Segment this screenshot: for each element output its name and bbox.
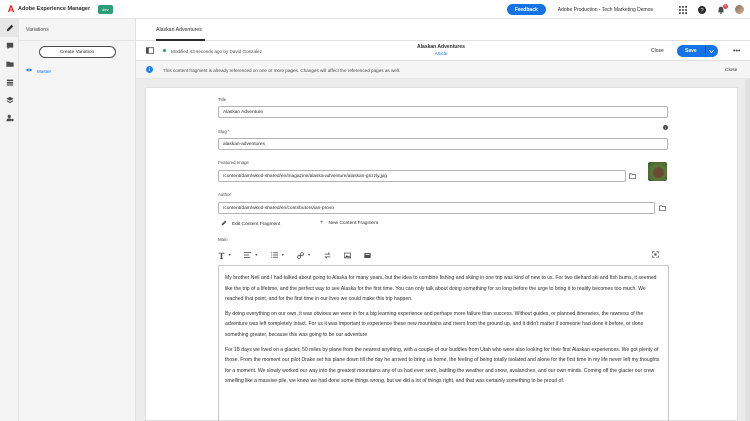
document-tabs: Alaskan Adventures bbox=[136, 19, 750, 41]
modified-status: Modified 43 seconds ago by David Gonzale… bbox=[171, 48, 262, 54]
editor-header: Modified 43 seconds ago by David Gonzale… bbox=[136, 41, 750, 61]
variation-item-master[interactable]: Master bbox=[26, 68, 135, 74]
main-paragraph-1: My brother Neil and I had talked about g… bbox=[225, 275, 657, 303]
author-browse-folder-icon[interactable] bbox=[657, 203, 667, 213]
variation-item-label: Master bbox=[37, 68, 52, 74]
adobe-logo-icon[interactable]: A bbox=[6, 4, 16, 14]
status-indicator bbox=[163, 49, 166, 52]
edit-pencil-icon[interactable] bbox=[0, 19, 19, 37]
link-icon[interactable]: ▼ bbox=[297, 249, 311, 261]
notifications-bell-icon[interactable]: 1 bbox=[716, 3, 728, 15]
create-variation-button[interactable]: Create Variation bbox=[38, 46, 116, 58]
workspace-scrollbar[interactable] bbox=[745, 79, 750, 421]
user-settings-icon[interactable] bbox=[0, 109, 19, 127]
app-switcher-icon[interactable] bbox=[678, 5, 688, 15]
title-field[interactable]: Alaskan Adventure bbox=[218, 106, 668, 118]
close-warning-button[interactable]: Close bbox=[725, 61, 737, 79]
document-model-link[interactable]: Article bbox=[386, 51, 496, 56]
slug-label: Slug * bbox=[218, 129, 230, 134]
feedback-button[interactable]: Feedback bbox=[506, 4, 546, 15]
variations-panel: Variations Create Variation Master bbox=[19, 19, 136, 421]
slug-help-icon[interactable]: i bbox=[663, 125, 668, 130]
save-options-chevron-icon[interactable] bbox=[705, 45, 718, 57]
org-switcher[interactable]: Adobe Production - Tech Marketing Demos bbox=[558, 7, 653, 13]
help-icon[interactable]: ? bbox=[697, 5, 707, 15]
folder-icon[interactable] bbox=[0, 55, 19, 73]
main-rich-text-editor[interactable]: My brother Neil and I had talked about g… bbox=[218, 265, 669, 421]
rich-text-toolbar: ▼ ▼ ▼ ▼ bbox=[218, 249, 669, 261]
close-editor-button[interactable]: Close bbox=[651, 41, 664, 61]
author-path-field[interactable]: /content/dam/wknd-shared/en/contributors… bbox=[218, 202, 655, 214]
add-icon: + bbox=[320, 220, 324, 226]
main-label: Main bbox=[218, 237, 228, 242]
featured-image-thumbnail[interactable] bbox=[648, 162, 667, 181]
save-button[interactable]: Save bbox=[677, 45, 706, 57]
reference-warning-bar: i This content fragment is already refer… bbox=[136, 61, 750, 79]
notification-count-badge: 1 bbox=[723, 3, 728, 9]
edit-content-fragment-button[interactable]: Edit Content Fragment bbox=[221, 220, 280, 228]
tab-alaskan-adventures[interactable]: Alaskan Adventures bbox=[156, 19, 202, 41]
top-bar: A Adobe Experience Manager dev Feedback … bbox=[0, 0, 750, 19]
app-title[interactable]: Adobe Experience Manager bbox=[18, 6, 90, 12]
featured-image-label: Featured Image bbox=[218, 160, 249, 165]
panel-toggle-icon[interactable] bbox=[145, 46, 154, 55]
fullscreen-icon[interactable] bbox=[650, 249, 660, 259]
browse-folder-icon[interactable] bbox=[627, 171, 637, 181]
new-content-fragment-label: New Content Fragment bbox=[328, 220, 379, 226]
reference-warning-message: This content fragment is already referen… bbox=[163, 67, 401, 73]
environment-badge: dev bbox=[98, 4, 113, 14]
top-bar-actions: Feedback Adobe Production - Tech Marketi… bbox=[506, 0, 744, 19]
main-paragraph-3: For 18 days we lived on a glacier, 50 mi… bbox=[225, 346, 660, 385]
align-text-icon[interactable]: ▼ bbox=[244, 249, 258, 261]
document-title: Alaskan Adventures bbox=[417, 44, 465, 50]
insert-fragment-icon[interactable] bbox=[364, 249, 371, 261]
eye-icon bbox=[26, 68, 32, 74]
layers-icon[interactable] bbox=[0, 91, 19, 109]
variations-title: Variations bbox=[19, 19, 135, 41]
list-icon[interactable]: ▼ bbox=[271, 249, 284, 261]
convert-icon[interactable] bbox=[324, 249, 331, 261]
svg-text:?: ? bbox=[700, 8, 703, 14]
left-rail bbox=[0, 19, 19, 421]
pencil-icon bbox=[221, 220, 227, 228]
save-button-group: Save bbox=[677, 45, 718, 57]
stack-icon[interactable] bbox=[0, 73, 19, 91]
new-content-fragment-button[interactable]: + New Content Fragment bbox=[320, 220, 378, 226]
edit-content-fragment-label: Edit Content Fragment bbox=[232, 221, 281, 227]
main-paragraph-2: By doing everything on our own, it was o… bbox=[225, 310, 644, 338]
more-options-icon[interactable]: ••• bbox=[733, 41, 740, 61]
slug-field[interactable]: alaskan-adventures bbox=[218, 138, 668, 150]
featured-image-path-field[interactable]: /content/dam/wknd-shared/en/magazine/ala… bbox=[218, 170, 626, 182]
user-avatar[interactable] bbox=[735, 5, 744, 14]
info-icon: i bbox=[146, 66, 153, 73]
insert-asset-icon[interactable] bbox=[343, 249, 351, 261]
text-format-icon[interactable]: ▼ bbox=[218, 249, 231, 261]
author-label: Author bbox=[218, 192, 231, 197]
title-label: Title bbox=[218, 97, 227, 102]
comment-icon[interactable] bbox=[0, 37, 19, 55]
